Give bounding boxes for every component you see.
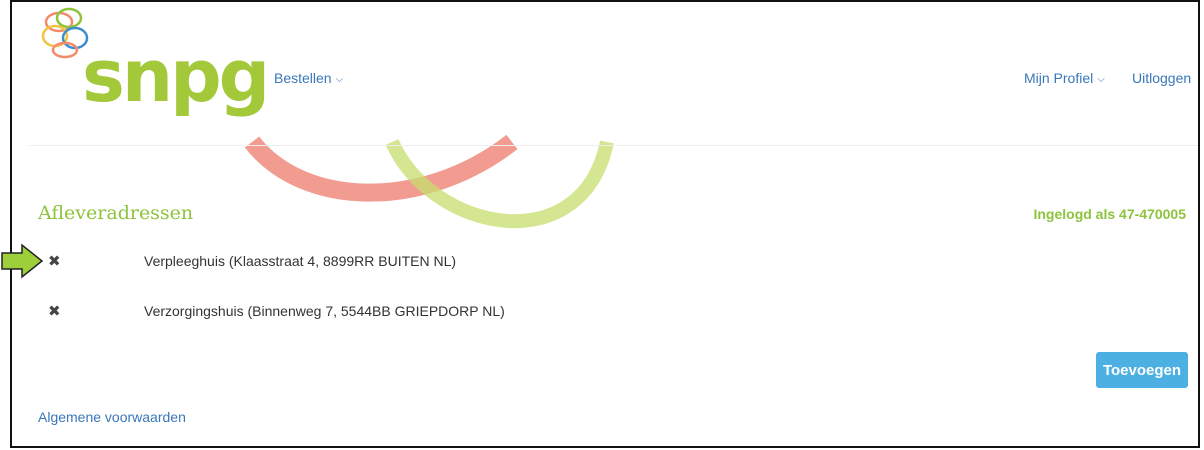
nav-order-label: Bestellen — [274, 70, 332, 86]
address-row: ✖ Verzorgingshuis (Binnenweg 7, 5544BB G… — [38, 300, 638, 324]
close-icon[interactable]: ✖ — [48, 252, 61, 270]
chevron-down-icon: ⌵ — [335, 74, 344, 85]
logged-in-status: Ingelogd als 47-470005 — [1033, 206, 1186, 222]
header-divider — [29, 145, 1198, 146]
address-label: Verpleeghuis (Klaasstraat 4, 8899RR BUIT… — [144, 253, 457, 269]
page-title: Afleveradressen — [38, 202, 194, 224]
add-address-button[interactable]: Toevoegen — [1096, 352, 1188, 388]
nav-profile-label: Mijn Profiel — [1024, 70, 1094, 86]
app-window: snpg Bestellen ⌵ Mijn Profiel ⌵ Uitloggen … — [10, 0, 1200, 448]
brand-logo[interactable]: snpg — [82, 40, 270, 112]
logout-link[interactable]: Uitloggen — [1132, 70, 1191, 86]
chevron-down-icon: ⌵ — [1097, 74, 1105, 85]
address-row: ✖ Verpleeghuis (Klaasstraat 4, 8899RR BU… — [38, 250, 638, 274]
arrow-right-icon — [1, 243, 44, 279]
address-label: Verzorgingshuis (Binnenweg 7, 5544BB GRI… — [144, 303, 505, 319]
close-icon[interactable]: ✖ — [48, 302, 61, 320]
nav-order-menu[interactable]: Bestellen ⌵ — [274, 70, 343, 86]
nav-profile-menu[interactable]: Mijn Profiel ⌵ — [1024, 70, 1105, 86]
terms-link[interactable]: Algemene voorwaarden — [38, 409, 186, 425]
